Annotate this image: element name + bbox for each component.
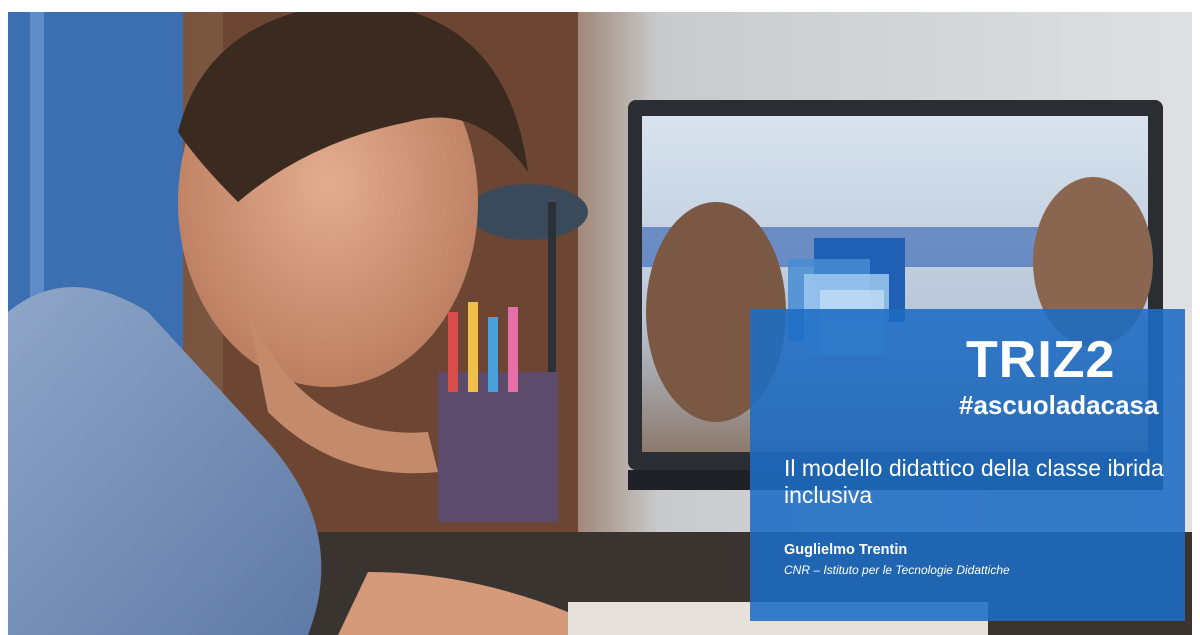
hashtag: #ascuoladacasa	[959, 390, 1159, 420]
logo-text: TRIZ2	[966, 331, 1116, 389]
title-slide: TRIZ2 #ascuoladacasa Il modello didattic…	[8, 12, 1192, 635]
author-name: Guglielmo Trentin	[784, 542, 908, 558]
author-institution: CNR – Istituto per le Tecnologie Didatti…	[784, 563, 1010, 577]
presentation-title: Il modello didattico della classe ibrida…	[784, 455, 1164, 508]
